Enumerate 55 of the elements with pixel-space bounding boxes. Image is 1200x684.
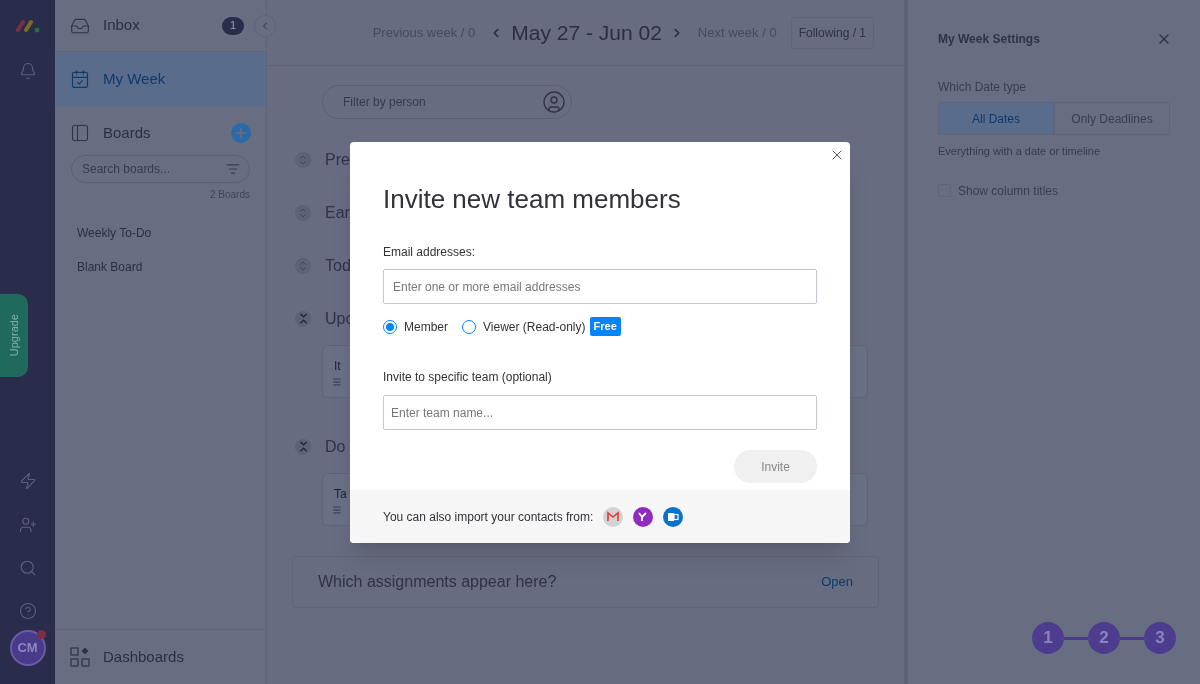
logo-icon <box>13 18 42 34</box>
group-title: Pre <box>325 149 350 170</box>
my-week-item[interactable]: My Week <box>55 52 266 106</box>
yahoo-icon[interactable] <box>633 506 654 527</box>
step-connector <box>1064 636 1088 640</box>
team-label: Invite to specific team (optional) <box>383 369 553 386</box>
email-field[interactable]: Enter one or more email addresses <box>383 269 817 304</box>
import-text: You can also import your contacts from: <box>383 508 594 526</box>
person-icon[interactable] <box>542 90 566 114</box>
board-item[interactable]: Blank Board <box>55 249 266 284</box>
card-title: It <box>334 357 342 375</box>
collapse-button[interactable] <box>254 14 276 37</box>
bell-icon[interactable] <box>18 62 37 80</box>
settings-title: My Week Settings <box>938 31 1040 48</box>
calendar-icon <box>70 69 90 89</box>
expand-icon[interactable] <box>295 151 311 168</box>
team-field[interactable]: Enter team name... <box>383 395 817 430</box>
free-badge: Free <box>589 317 621 336</box>
collapse-icon[interactable] <box>295 310 311 327</box>
week-range: May 27 - Jun 02 <box>511 19 662 46</box>
boards-title: Boards <box>103 123 151 143</box>
menu-icon <box>332 376 342 387</box>
expand-icon[interactable] <box>295 257 311 274</box>
group-title: Do <box>325 436 346 457</box>
open-link[interactable]: Open <box>821 572 853 592</box>
following-button[interactable]: Following / 1 <box>790 16 874 49</box>
card-title: Ta <box>334 485 348 503</box>
mail-icon[interactable] <box>603 506 624 527</box>
help-question: Which assignments appear here? <box>318 572 557 592</box>
radio-label[interactable]: Viewer (Read-only) <box>483 317 586 336</box>
dashboards-label[interactable]: Dashboards <box>103 645 184 669</box>
board-item[interactable]: Weekly To-Do <box>55 215 266 250</box>
outlook-icon[interactable] <box>663 506 684 527</box>
inbox-count: 1 <box>222 16 244 35</box>
expand-icon[interactable] <box>295 204 311 221</box>
lightning-icon[interactable] <box>18 472 37 490</box>
filter-icon[interactable] <box>226 161 240 176</box>
board-icon <box>70 123 90 144</box>
date-type-option[interactable]: All Dates <box>938 102 1054 135</box>
dialog-title: Invite new team members <box>383 183 682 216</box>
invite-button[interactable]: Invite <box>734 450 817 483</box>
help-icon[interactable] <box>18 602 37 620</box>
upgrade-button[interactable]: Upgrade <box>0 294 28 377</box>
add-user-icon[interactable] <box>18 516 37 534</box>
radio-label[interactable]: Member <box>404 317 448 336</box>
inbox-label[interactable]: Inbox <box>103 14 140 37</box>
email-label: Email addresses: <box>383 244 477 261</box>
menu-icon <box>332 504 342 515</box>
step-connector <box>1120 636 1144 640</box>
dashboard-icon <box>70 647 90 667</box>
group-title: Ear <box>325 202 350 223</box>
collapse-icon[interactable] <box>295 438 311 455</box>
search-icon[interactable] <box>18 559 37 577</box>
group-title: Tod <box>325 255 351 276</box>
user-avatar[interactable]: CM <box>9 630 46 666</box>
